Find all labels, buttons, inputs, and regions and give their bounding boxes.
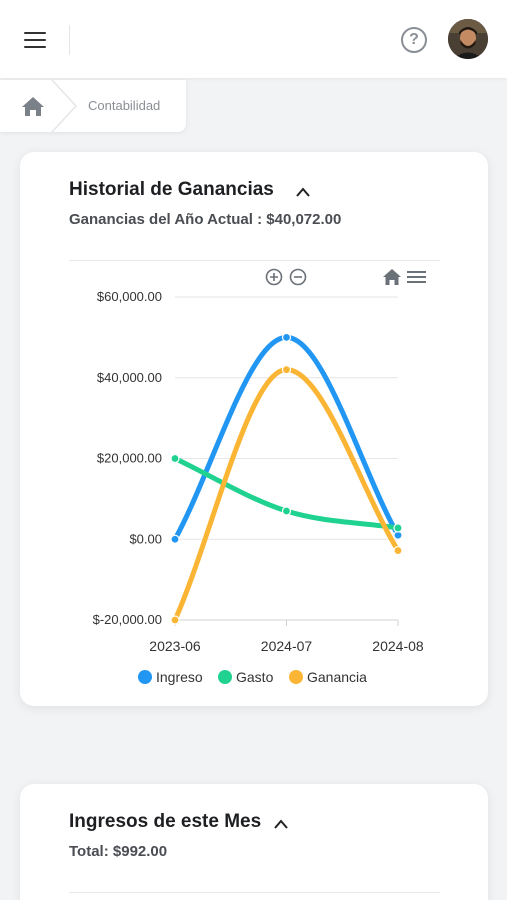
data-point-ganancia[interactable] <box>281 365 292 375</box>
card-title: Ingresos de este Mes <box>69 811 262 832</box>
data-point-gasto[interactable] <box>393 523 403 533</box>
legend-marker <box>218 670 232 684</box>
legend-item-ingreso[interactable]: Ingreso <box>138 669 203 685</box>
legend-item-ganancia[interactable]: Ganancia <box>289 669 367 685</box>
legend-item-gasto[interactable]: Gasto <box>218 669 274 685</box>
zoom-in-icon[interactable] <box>265 268 283 286</box>
breadcrumb-separator <box>51 80 78 132</box>
card-subtitle: Total: $992.00 <box>69 843 168 860</box>
breadcrumb: Contabilidad <box>0 80 186 132</box>
data-point-gasto[interactable] <box>170 453 180 464</box>
card-divider <box>69 892 440 893</box>
y-tick-label: $20,000.00 <box>97 451 162 466</box>
legend-label: Gasto <box>236 669 274 685</box>
x-tick-label: 2023-06 <box>149 638 201 654</box>
y-tick-label: $-20,000.00 <box>93 612 162 627</box>
monthly-income-card: Ingresos de este Mes Total: $992.00 <box>20 784 488 900</box>
user-avatar[interactable] <box>448 19 488 59</box>
legend-marker <box>289 670 303 684</box>
header-divider <box>69 25 70 55</box>
data-point-ganancia[interactable] <box>393 545 403 556</box>
x-tick-label: 2024-07 <box>261 638 313 654</box>
x-tick-label: 2024-08 <box>372 638 424 654</box>
data-point-ingreso[interactable] <box>170 534 180 544</box>
y-tick-label: $60,000.00 <box>97 289 162 304</box>
y-tick-label: $0.00 <box>129 531 162 546</box>
y-tick-label: $40,000.00 <box>97 370 162 385</box>
data-point-ingreso[interactable] <box>281 332 292 342</box>
series-line-ganancia <box>172 367 401 623</box>
reset-zoom-home-icon[interactable] <box>383 269 401 285</box>
hamburger-menu-icon[interactable] <box>22 27 48 51</box>
earnings-line-chart: $-20,000.00 $0.00 $20,000.00 $40,000.00 $60,… <box>93 268 426 685</box>
zoom-out-icon[interactable] <box>289 268 307 286</box>
legend-label: Ganancia <box>307 669 367 685</box>
breadcrumb-current[interactable]: Contabilidad <box>88 98 160 113</box>
legend-marker <box>138 670 152 684</box>
chart-menu-icon[interactable] <box>407 271 426 283</box>
home-icon[interactable] <box>20 94 46 118</box>
data-point-ganancia[interactable] <box>170 615 180 625</box>
earnings-history-card: Historial de Ganancias Ganancias del Año… <box>20 152 488 706</box>
chevron-up-icon[interactable] <box>272 817 290 831</box>
data-point-gasto[interactable] <box>281 506 292 516</box>
top-bar: ? <box>0 0 507 78</box>
legend-label: Ingreso <box>156 669 203 685</box>
help-button[interactable]: ? <box>401 27 427 53</box>
